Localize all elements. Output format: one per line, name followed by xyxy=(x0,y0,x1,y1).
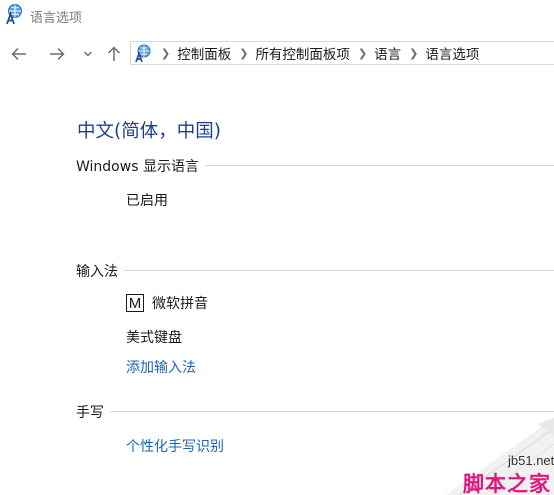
keyboard-layout-name: 美式键盘 xyxy=(126,330,182,346)
input-method-item: M 微软拼音 xyxy=(126,293,208,313)
breadcrumb-all-control-panel-items[interactable]: 所有控制面板项 xyxy=(255,43,350,63)
personalize-handwriting-link[interactable]: 个性化手写识别 xyxy=(126,436,224,456)
forward-arrow-icon xyxy=(50,47,65,61)
add-input-method-link[interactable]: 添加输入法 xyxy=(126,357,196,377)
display-language-section-label: Windows 显示语言 xyxy=(76,156,205,176)
input-method-name: 微软拼音 xyxy=(152,296,208,312)
address-bar[interactable]: ❯ 控制面板 ❯ 所有控制面板项 ❯ 语言 ❯ 语言选项 xyxy=(130,41,554,65)
up-arrow-icon xyxy=(107,46,121,61)
breadcrumb-separator-icon[interactable]: ❯ xyxy=(358,47,367,60)
breadcrumb-separator-icon[interactable]: ❯ xyxy=(161,47,170,60)
breadcrumb-control-panel[interactable]: 控制面板 xyxy=(177,43,231,63)
window-title: 语言选项 xyxy=(30,11,83,26)
section-divider xyxy=(76,270,554,271)
display-language-status: 已启用 xyxy=(126,193,168,209)
breadcrumb-language-options[interactable]: 语言选项 xyxy=(425,43,479,63)
control-panel-icon xyxy=(135,44,151,63)
recent-locations-button[interactable] xyxy=(80,42,96,66)
input-method-section-label: 输入法 xyxy=(76,261,124,281)
language-options-icon xyxy=(6,4,22,25)
microsoft-pinyin-icon: M xyxy=(126,294,144,312)
forward-button[interactable] xyxy=(44,42,70,66)
back-arrow-icon xyxy=(11,47,26,61)
breadcrumb-separator-icon[interactable]: ❯ xyxy=(239,47,248,60)
navigation-bar: ❯ 控制面板 ❯ 所有控制面板项 ❯ 语言 ❯ 语言选项 xyxy=(0,38,554,70)
section-divider xyxy=(76,411,554,412)
watermark-name: 脚本之家 xyxy=(463,472,551,495)
language-options-window: 语言选项 ❯ 控制面板 ❯ 所有控制面板项 ❯ 语言 ❯ 语言选项 中文(简体，… xyxy=(0,0,554,495)
handwriting-section-label: 手写 xyxy=(76,402,110,422)
up-button[interactable] xyxy=(103,42,125,66)
watermark-site: jb51.net xyxy=(508,453,554,468)
chevron-down-icon xyxy=(84,51,92,57)
breadcrumb-language[interactable]: 语言 xyxy=(374,43,401,63)
language-heading: 中文(简体，中国) xyxy=(77,121,221,142)
back-button[interactable] xyxy=(6,42,32,66)
breadcrumb-separator-icon[interactable]: ❯ xyxy=(409,47,418,60)
title-bar: 语言选项 xyxy=(0,0,554,34)
